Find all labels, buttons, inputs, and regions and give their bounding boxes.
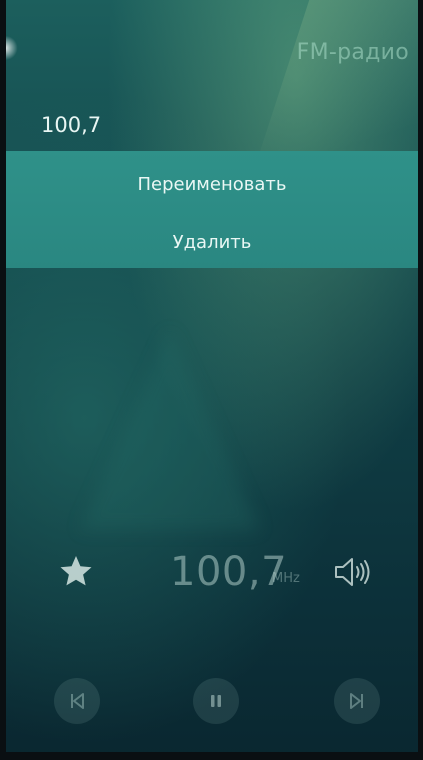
pause-button[interactable]	[193, 678, 239, 724]
speaker-icon	[335, 558, 370, 586]
screen-border-bottom	[0, 752, 423, 760]
background-shape	[80, 330, 260, 530]
frequency-unit: MHz	[272, 571, 300, 586]
screen-border-left	[0, 0, 6, 760]
page-title: FM-радио	[296, 40, 409, 65]
screen-border-right	[418, 0, 423, 760]
context-menu: Переименовать Удалить	[6, 151, 418, 268]
playback-controls	[0, 678, 423, 726]
frequency-display: 100,7	[170, 549, 288, 595]
favorite-button[interactable]	[58, 553, 94, 589]
volume-button[interactable]	[333, 555, 373, 589]
pause-icon	[211, 695, 221, 707]
delete-menu-item[interactable]: Удалить	[6, 213, 418, 271]
star-icon	[60, 556, 92, 586]
previous-station-button[interactable]	[54, 678, 100, 724]
station-list-item[interactable]: 100,7	[41, 113, 101, 137]
rename-menu-item[interactable]: Переименовать	[6, 155, 418, 213]
now-playing-bar: 100,7 MHz	[0, 545, 423, 605]
skip-next-icon	[350, 693, 363, 709]
skip-previous-icon	[71, 693, 84, 709]
next-station-button[interactable]	[334, 678, 380, 724]
fm-radio-screen: FM-радио 100,7 Переименовать Удалить 100…	[0, 0, 423, 760]
